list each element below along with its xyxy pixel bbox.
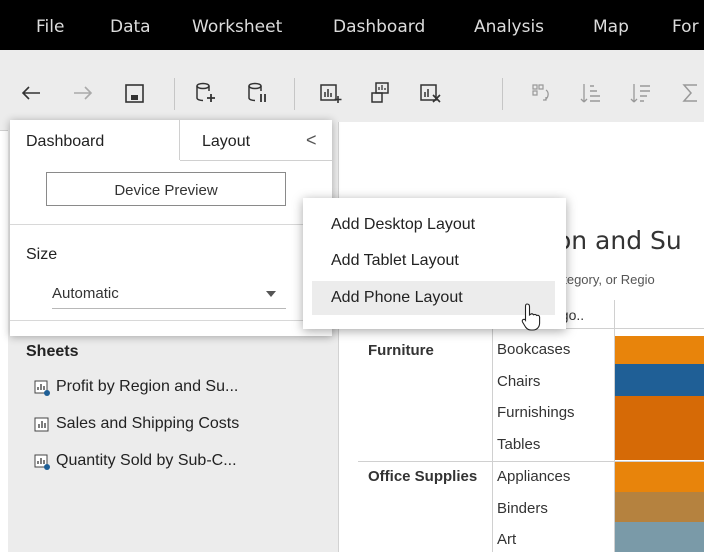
worksheet-title: ion and Su: [549, 226, 682, 255]
menu-map[interactable]: Map: [593, 17, 629, 37]
hand-cursor-icon: [521, 303, 541, 331]
subcategory-label: Bookcases: [497, 341, 571, 358]
new-data-source-icon[interactable]: [192, 80, 218, 106]
category-office-supplies: Office Supplies: [368, 468, 478, 485]
totals-icon[interactable]: [678, 80, 704, 106]
sheet-used-icon: [34, 380, 50, 396]
menu-dashboard[interactable]: Dashboard: [333, 17, 425, 37]
sheet-label: Quantity Sold by Sub-C...: [56, 452, 237, 469]
collapse-pane-icon[interactable]: <: [306, 130, 317, 151]
panel-divider: [10, 224, 332, 225]
category-furniture: Furniture: [368, 342, 434, 359]
subcategory-label: Art: [497, 531, 517, 548]
menu-item-add-desktop-layout[interactable]: Add Desktop Layout: [303, 208, 566, 242]
sheet-used-icon: [34, 454, 50, 470]
forward-arrow-icon[interactable]: [70, 80, 96, 106]
sheet-label: Sales and Shipping Costs: [56, 415, 240, 432]
panel-divider: [10, 320, 332, 321]
back-arrow-icon[interactable]: [18, 80, 44, 106]
menu-item-label: Add Phone Layout: [331, 289, 463, 306]
new-worksheet-icon[interactable]: [318, 80, 344, 106]
menu-format[interactable]: For: [672, 17, 699, 37]
menu-data[interactable]: Data: [110, 17, 151, 37]
menu-item-add-tablet-layout[interactable]: Add Tablet Layout: [303, 244, 566, 278]
toolbar-separator: [294, 78, 295, 110]
menu-item-label: Add Desktop Layout: [331, 216, 476, 233]
device-preview-button[interactable]: Device Preview: [46, 172, 286, 206]
tab-dashboard-label: Dashboard: [26, 133, 105, 150]
subcategory-label: Appliances: [497, 468, 571, 485]
grid-line: [492, 300, 493, 552]
sheets-section-title: Sheets: [26, 343, 79, 360]
clear-sheet-icon[interactable]: [418, 80, 444, 106]
menu-analysis[interactable]: Analysis: [474, 17, 544, 37]
size-dropdown[interactable]: Automatic: [52, 280, 286, 309]
bar-chairs: [615, 364, 704, 396]
caret-down-icon: [266, 291, 276, 297]
subcategory-label: Furnishings: [497, 404, 575, 421]
save-icon[interactable]: [122, 80, 148, 106]
menu-bar: File Data Worksheet Dashboard Analysis M…: [0, 0, 704, 50]
subcategory-label: Binders: [497, 500, 548, 517]
new-dashboard-icon[interactable]: [368, 80, 394, 106]
sheet-icon: [34, 417, 49, 432]
bar-art: [615, 522, 704, 552]
subcategory-label: Chairs: [497, 373, 541, 390]
bar-binders: [615, 492, 704, 522]
bar-bookcases: [615, 336, 704, 364]
tab-layout[interactable]: Layout <: [180, 120, 332, 161]
menu-worksheet[interactable]: Worksheet: [192, 17, 282, 37]
dashboard-panel: Dashboard Layout < Device Preview Size A…: [10, 120, 332, 336]
menu-item-label: Add Tablet Layout: [331, 252, 459, 269]
menu-file[interactable]: File: [36, 17, 64, 37]
sort-descending-icon[interactable]: [628, 80, 654, 106]
bar-appliances: [615, 462, 704, 492]
device-preview-label: Device Preview: [114, 182, 218, 199]
tab-layout-label: Layout: [202, 133, 251, 150]
toolbar-separator: [502, 78, 503, 110]
worksheet-subtitle: ategory, or Regio: [556, 272, 655, 287]
size-label: Size: [26, 246, 58, 263]
toolbar: [0, 50, 704, 131]
swap-rows-columns-icon[interactable]: [528, 80, 554, 106]
size-dropdown-value: Automatic: [52, 285, 119, 302]
menu-item-add-phone-layout[interactable]: Add Phone Layout: [312, 281, 555, 315]
sheet-label: Profit by Region and Su...: [56, 378, 239, 395]
bar-furnishings-tables: [615, 396, 704, 460]
sort-ascending-icon[interactable]: [578, 80, 604, 106]
tab-dashboard[interactable]: Dashboard: [10, 120, 180, 160]
toolbar-separator: [174, 78, 175, 110]
subcategory-label: Tables: [497, 436, 541, 453]
pause-updates-icon[interactable]: [244, 80, 270, 106]
